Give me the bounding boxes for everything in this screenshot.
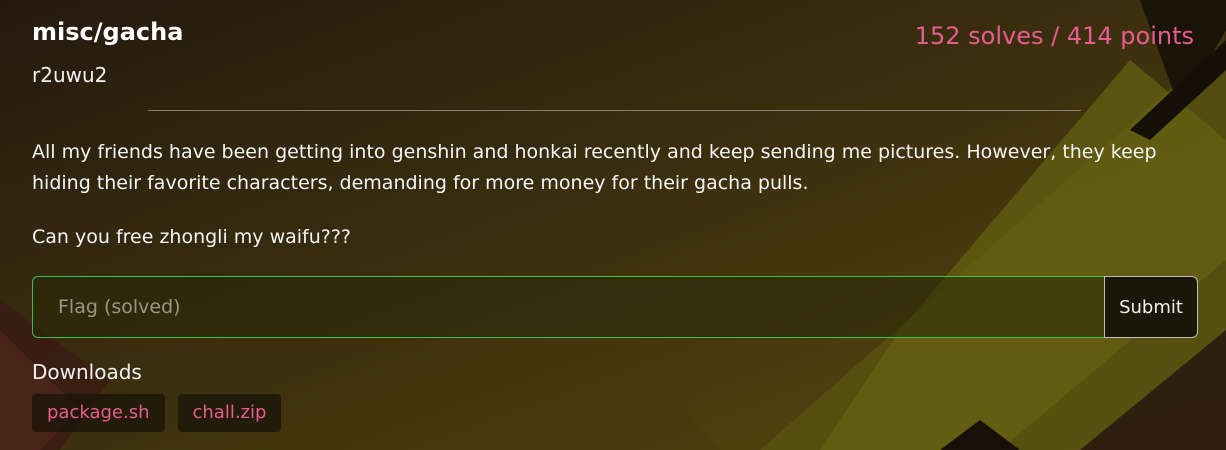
downloads-list: package.sh chall.zip	[32, 394, 282, 432]
challenge-description: All my friends have been getting into ge…	[32, 137, 1182, 276]
challenge-stats: 152 solves / 414 points	[914, 22, 1194, 50]
downloads-label: Downloads	[32, 360, 142, 384]
download-link-chall-zip[interactable]: chall.zip	[177, 394, 282, 432]
divider	[148, 110, 1081, 111]
description-paragraph: All my friends have been getting into ge…	[32, 141, 1157, 194]
description-paragraph: Can you free zhongli my waifu???	[32, 226, 352, 248]
flag-input[interactable]	[32, 276, 1104, 338]
challenge-card: misc/gacha r2uwu2 152 solves / 414 point…	[0, 0, 1226, 450]
challenge-author: r2uwu2	[32, 63, 108, 87]
download-link-package-sh[interactable]: package.sh	[32, 394, 165, 432]
flag-form: Submit	[32, 276, 1198, 338]
challenge-title: misc/gacha	[32, 18, 184, 46]
submit-button[interactable]: Submit	[1104, 276, 1198, 338]
